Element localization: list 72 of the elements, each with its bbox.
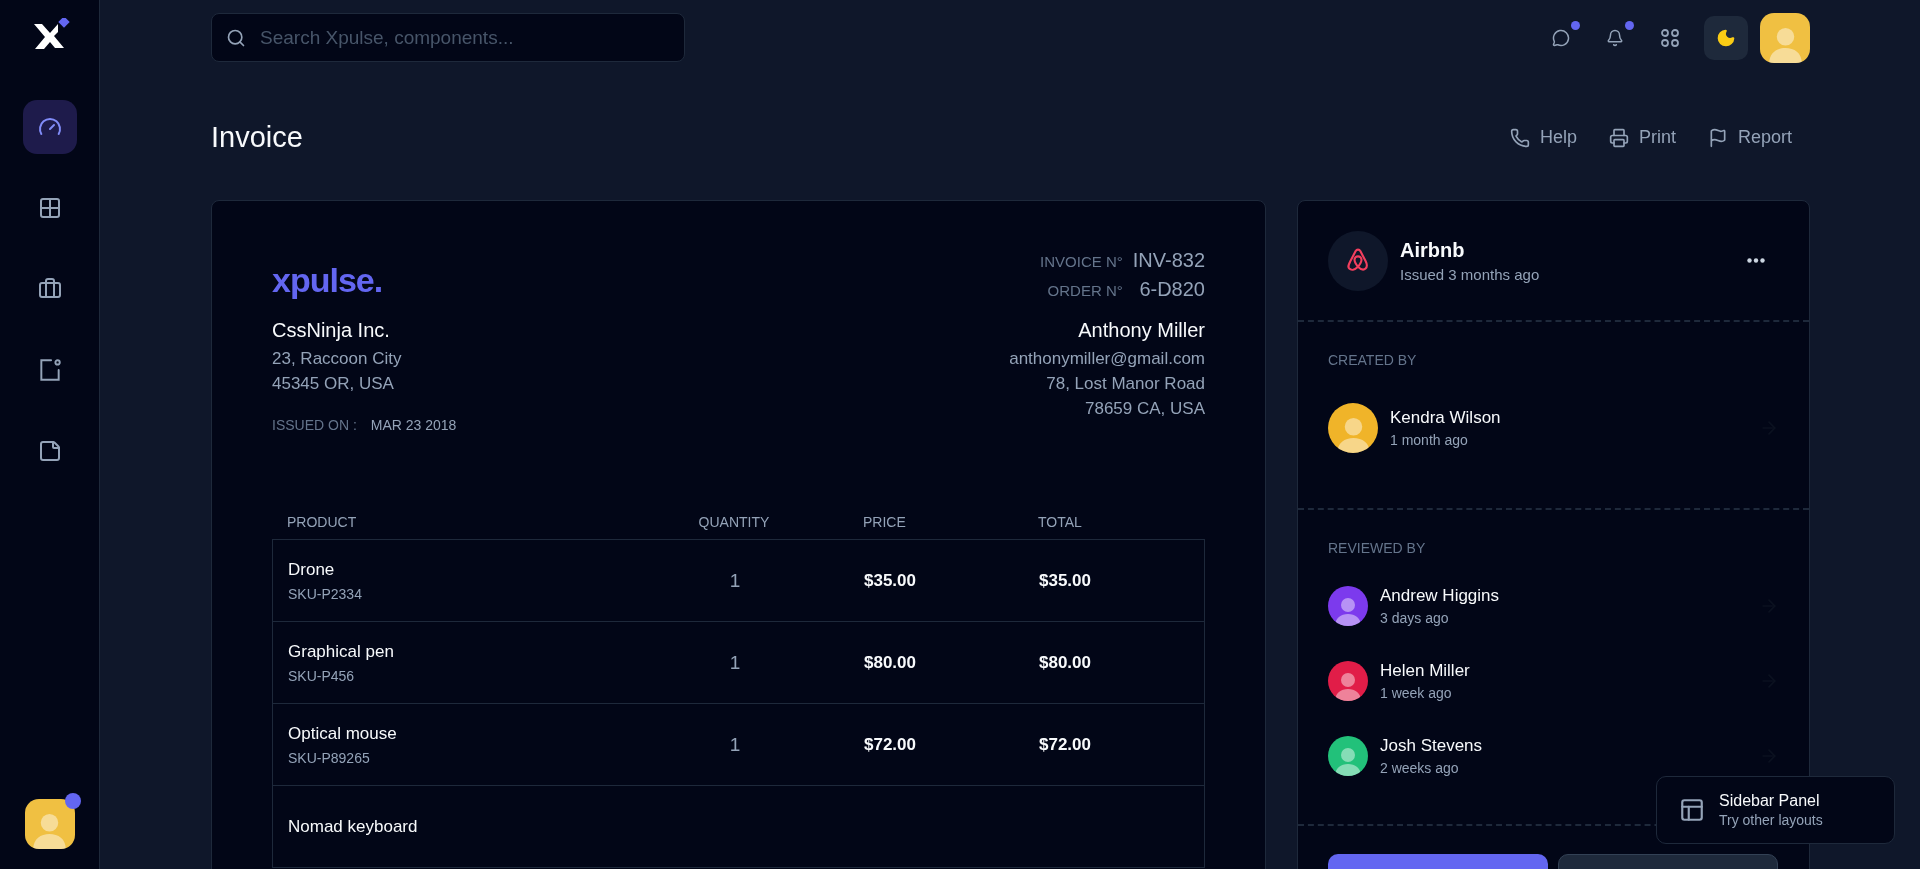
person-name: Helen Miller — [1380, 661, 1471, 681]
theme-toggle-button[interactable] — [1704, 15, 1748, 60]
recipient-address-line: 78, Lost Manor Road — [1046, 373, 1205, 394]
chat-icon — [1552, 28, 1570, 47]
person-name: Andrew Higgins — [1380, 586, 1501, 606]
bell-icon — [1606, 28, 1624, 47]
issued-on-date: MAR 23 2018 — [370, 417, 457, 433]
quantity-cell-text: 1 — [728, 569, 742, 592]
order-number: 6-D820 — [1139, 278, 1205, 301]
product-name: Optical mouse — [288, 723, 398, 744]
company-name: Airbnb — [1400, 238, 1466, 262]
quantity-cell-text: 1 — [728, 733, 742, 756]
price-cell-text: $35.00 — [863, 570, 917, 591]
product-name: Nomad keyboard — [288, 816, 419, 837]
person-time: 1 month ago — [1390, 432, 1469, 448]
product-sku: SKU-P89265 — [288, 749, 371, 766]
brand-logo: xpulse. — [272, 263, 383, 297]
recipient-address-line: anthonymiller@gmail.com — [1009, 348, 1205, 369]
invoice-number: INV-832 — [1132, 249, 1205, 272]
printer-icon — [1608, 127, 1629, 148]
search-field[interactable]: Search Xpulse, components... — [211, 13, 685, 62]
user-avatar[interactable] — [24, 799, 75, 849]
sender-name: CssNinja Inc. — [272, 319, 390, 342]
sender-address-line: 23, Raccoon City — [272, 348, 402, 369]
recipient-address-line: 78659 CA, USA — [1085, 398, 1205, 419]
phone-icon — [1509, 127, 1530, 148]
person-name: Kendra Wilson — [1390, 408, 1502, 428]
search-icon — [226, 27, 246, 48]
column-header: TOTAL — [1038, 514, 1083, 530]
total-cell-text: $72.00 — [1039, 734, 1092, 755]
layout-icon — [1679, 797, 1705, 823]
help-button[interactable]: Help — [1509, 127, 1577, 148]
section-label: REVIEWED BY — [1328, 540, 1427, 556]
price-cell-text: $80.00 — [863, 652, 917, 673]
column-header: QUANTITY — [697, 514, 771, 530]
total-cell-text: $80.00 — [1039, 652, 1092, 673]
briefcase-icon — [37, 277, 62, 301]
layout-switcher-panel[interactable]: Sidebar Panel Try other layouts — [1656, 776, 1895, 844]
sender-address-line: 45345 OR, USA — [272, 373, 394, 394]
invoice-number-label: INVOICE N° — [1040, 253, 1123, 270]
dots-grid-icon — [1660, 27, 1680, 48]
section-label: CREATED BY — [1328, 352, 1418, 368]
more-button[interactable] — [1747, 258, 1765, 263]
product-name: Drone — [288, 559, 336, 580]
panel-subtitle: Try other layouts — [1719, 812, 1823, 828]
more-icon — [1747, 258, 1765, 263]
search-input[interactable]: Search Xpulse, components... — [258, 25, 670, 50]
product-sku: SKU-P456 — [288, 667, 356, 684]
issued-time: Issued 3 months ago — [1400, 265, 1541, 283]
user-avatar[interactable] — [1760, 12, 1810, 63]
print-button[interactable]: Print — [1608, 127, 1676, 148]
panel-title: Sidebar Panel — [1719, 792, 1821, 810]
column-header: PRODUCT — [287, 514, 358, 530]
order-number-label: ORDER N° — [1047, 282, 1123, 299]
grid-icon — [37, 196, 62, 220]
quantity-cell-text: 1 — [728, 651, 742, 674]
recipient-name: Anthony Miller — [1078, 319, 1205, 342]
product-name: Graphical pen — [288, 641, 395, 662]
person-name: Josh Stevens — [1380, 736, 1484, 756]
product-sku: SKU-P2334 — [288, 585, 363, 602]
total-cell-text: $35.00 — [1039, 570, 1092, 591]
issued-on-label: ISSUED ON : — [272, 417, 357, 433]
page-title: Invoice — [211, 121, 303, 154]
dashboard-nav-item[interactable] — [22, 100, 77, 154]
person-time: 1 week ago — [1380, 685, 1453, 701]
person-time: 2 weeks ago — [1380, 760, 1460, 776]
moon-icon — [1716, 27, 1736, 48]
person-time: 3 days ago — [1380, 610, 1450, 626]
column-header: PRICE — [862, 514, 907, 530]
report-button[interactable]: Report — [1707, 127, 1792, 148]
sticky-note-icon — [37, 439, 62, 463]
price-cell-text: $72.00 — [863, 734, 917, 755]
